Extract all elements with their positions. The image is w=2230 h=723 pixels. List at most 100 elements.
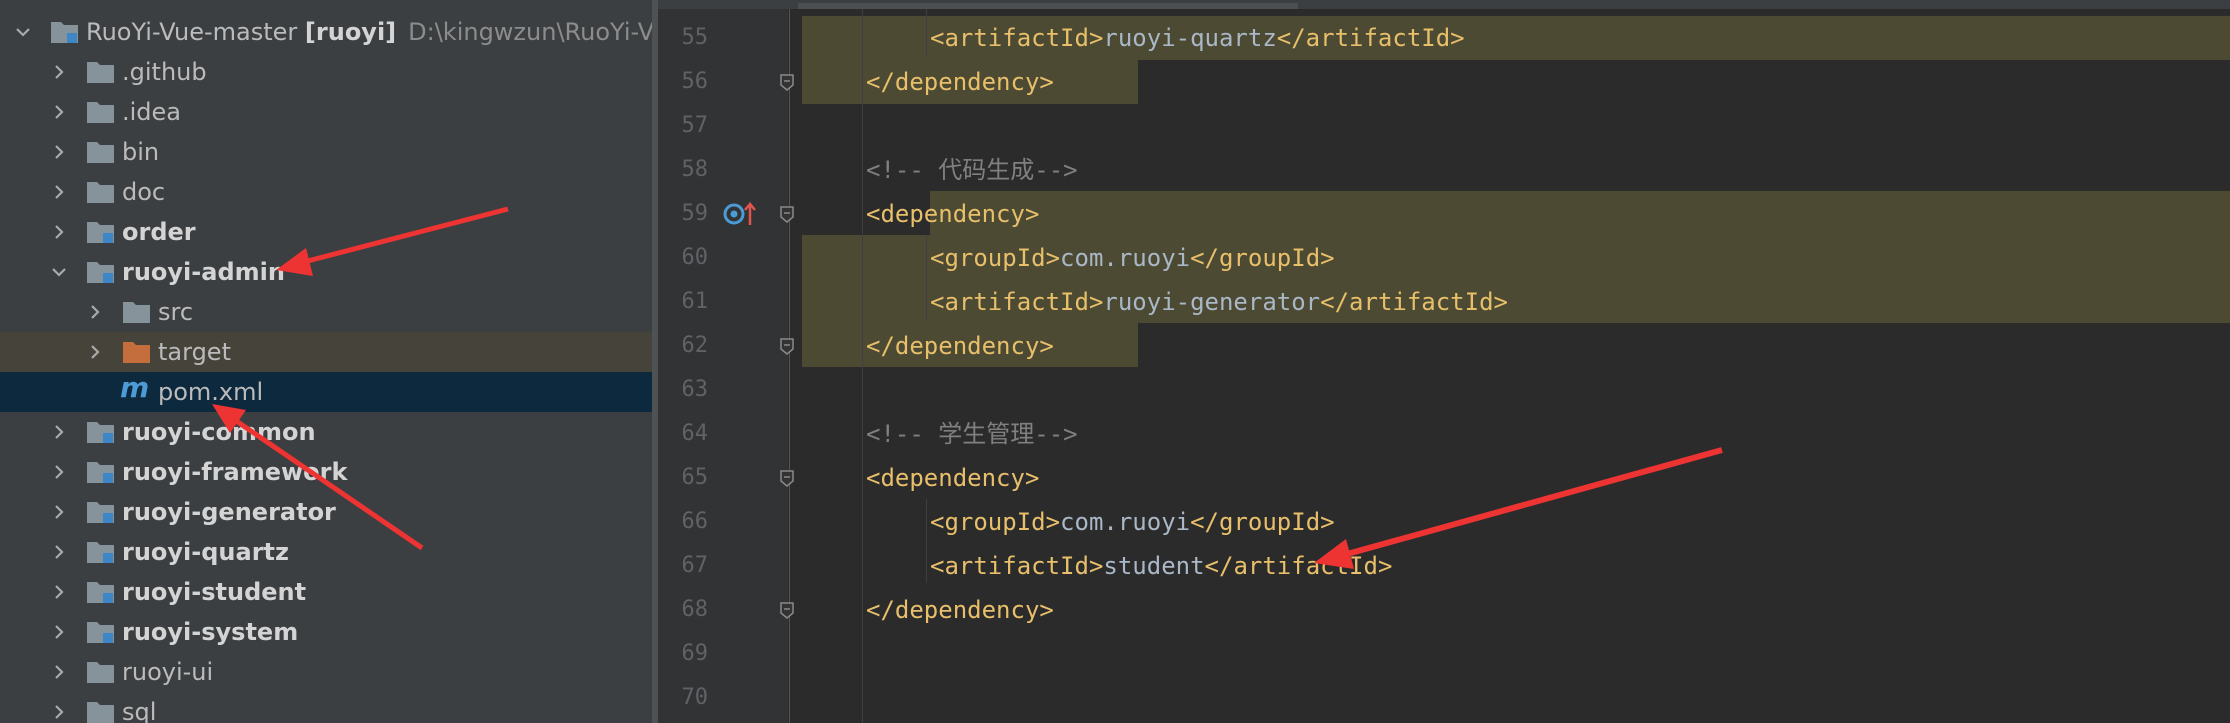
tree-item-ruoyi-admin[interactable]: ruoyi-admin: [0, 252, 652, 292]
chevron-down-icon[interactable]: [12, 21, 34, 43]
tree-item-label: bin: [122, 138, 160, 166]
line-number[interactable]: 64: [658, 421, 709, 446]
chevron-right-icon[interactable]: [48, 61, 70, 83]
line-number[interactable]: 63: [658, 377, 709, 402]
indent-guide: [926, 9, 927, 57]
fold-marker-icon[interactable]: [777, 600, 797, 620]
module-folder-icon: [86, 459, 116, 485]
code-editor[interactable]: <artifactId>ruoyi-quartz</artifactId> </d…: [658, 0, 2230, 723]
xml-tag: <artifactId>: [930, 288, 1104, 316]
code-line[interactable]: <artifactId>student</artifactId>: [930, 544, 1392, 588]
tree-item-ruoyi-framework[interactable]: ruoyi-framework: [0, 452, 652, 492]
tree-item-github[interactable]: .github: [0, 52, 652, 92]
tree-item-ruoyi-quartz[interactable]: ruoyi-quartz: [0, 532, 652, 572]
chevron-right-icon[interactable]: [84, 341, 106, 363]
tree-item-ruoyi-system[interactable]: ruoyi-system: [0, 612, 652, 652]
line-number[interactable]: 69: [658, 641, 709, 666]
tree-item-doc[interactable]: doc: [0, 172, 652, 212]
xml-tag: </groupId>: [1190, 244, 1335, 272]
code-line[interactable]: <dependency>: [866, 456, 1039, 500]
chevron-down-icon[interactable]: [48, 261, 70, 283]
tree-item-label: doc: [122, 178, 166, 206]
folder-icon: [86, 59, 116, 85]
line-number[interactable]: 61: [658, 289, 709, 314]
chevron-right-icon[interactable]: [48, 461, 70, 483]
line-number[interactable]: 55: [658, 25, 709, 50]
chevron-right-icon[interactable]: [48, 421, 70, 443]
xml-tag: </groupId>: [1190, 508, 1335, 536]
tree-item-label: ruoyi-student: [122, 578, 307, 606]
chevron-right-icon[interactable]: [48, 661, 70, 683]
chevron-right-icon[interactable]: [48, 141, 70, 163]
code-line[interactable]: <artifactId>ruoyi-quartz</artifactId>: [930, 16, 1465, 60]
line-number[interactable]: 70: [658, 685, 709, 710]
line-number[interactable]: 65: [658, 465, 709, 490]
chevron-right-icon[interactable]: [84, 301, 106, 323]
chevron-right-icon[interactable]: [48, 221, 70, 243]
line-number[interactable]: 62: [658, 333, 709, 358]
folder-icon: [122, 299, 152, 325]
tree-item-ruoyi-student[interactable]: ruoyi-student: [0, 572, 652, 612]
tree-item-ruoyi-generator[interactable]: ruoyi-generator: [0, 492, 652, 532]
line-number[interactable]: 57: [658, 113, 709, 138]
tree-item-label: ruoyi-system: [122, 618, 299, 646]
code-line[interactable]: <!-- 学生管理-->: [866, 412, 1078, 456]
code-line[interactable]: <dependency>: [866, 192, 1039, 236]
fold-marker-icon[interactable]: [777, 72, 797, 92]
tree-item-label: ruoyi-framework: [122, 458, 348, 486]
module-folder-icon: [86, 499, 116, 525]
tree-item-ruoyi-common[interactable]: ruoyi-common: [0, 412, 652, 452]
tree-item-target[interactable]: target: [0, 332, 652, 372]
code-line[interactable]: <artifactId>ruoyi-generator</artifactId>: [930, 280, 1508, 324]
code-line[interactable]: <groupId>com.ruoyi</groupId>: [930, 500, 1335, 544]
code-line[interactable]: </dependency>: [866, 588, 1054, 632]
module-folder-icon: [86, 619, 116, 645]
code-line[interactable]: <!-- 代码生成-->: [866, 148, 1078, 192]
xml-tag: <groupId>: [930, 244, 1061, 272]
tree-item-pom-xml[interactable]: m pom.xml: [0, 371, 652, 412]
xml-tag: <artifactId>: [930, 24, 1104, 52]
tree-item-label: ruoyi-generator: [122, 498, 336, 526]
module-folder-icon: [86, 579, 116, 605]
indent-guide: [862, 9, 863, 723]
chevron-right-icon[interactable]: [48, 181, 70, 203]
line-number[interactable]: 67: [658, 553, 709, 578]
highlight-line-59: [930, 191, 2230, 235]
tree-item-order[interactable]: order: [0, 212, 652, 252]
tree-item-bin[interactable]: bin: [0, 132, 652, 172]
line-number[interactable]: 56: [658, 69, 709, 94]
line-number[interactable]: 59: [658, 201, 709, 226]
line-number[interactable]: 58: [658, 157, 709, 182]
xml-tag: </artifactId>: [1276, 24, 1465, 52]
fold-marker-icon[interactable]: [777, 468, 797, 488]
chevron-right-icon[interactable]: [48, 621, 70, 643]
tree-item-src[interactable]: src: [0, 292, 652, 332]
excluded-folder-icon: [122, 339, 152, 365]
tree-item-label: .github: [122, 58, 207, 86]
line-number[interactable]: 60: [658, 245, 709, 270]
line-number[interactable]: 68: [658, 597, 709, 622]
tree-item-label: ruoyi-quartz: [122, 538, 289, 566]
chevron-right-icon[interactable]: [48, 701, 70, 723]
module-folder-icon: [86, 419, 116, 445]
tree-item-label: ruoyi-common: [122, 418, 316, 446]
xml-tag: <dependency>: [866, 464, 1040, 492]
line-number[interactable]: 66: [658, 509, 709, 534]
tree-item-idea[interactable]: .idea: [0, 92, 652, 132]
tree-root-row[interactable]: RuoYi-Vue-master [ruoyi] D:\kingwzun\RuoY…: [0, 12, 652, 52]
chevron-right-icon[interactable]: [48, 581, 70, 603]
chevron-right-icon[interactable]: [48, 541, 70, 563]
module-folder-icon: [86, 259, 116, 285]
chevron-right-icon[interactable]: [48, 501, 70, 523]
code-line[interactable]: </dependency>: [866, 60, 1054, 104]
tree-item-sql[interactable]: sql: [0, 692, 652, 723]
fold-marker-icon[interactable]: [777, 204, 797, 224]
chevron-right-icon[interactable]: [48, 101, 70, 123]
code-line[interactable]: <groupId>com.ruoyi</groupId>: [930, 236, 1335, 280]
tree-item-ruoyi-ui[interactable]: ruoyi-ui: [0, 652, 652, 692]
fold-marker-icon[interactable]: [777, 336, 797, 356]
tree-item-label: target: [158, 338, 231, 366]
active-tab-indicator: [798, 3, 1298, 9]
code-line[interactable]: </dependency>: [866, 324, 1054, 368]
override-marker-icon[interactable]: [720, 199, 766, 229]
